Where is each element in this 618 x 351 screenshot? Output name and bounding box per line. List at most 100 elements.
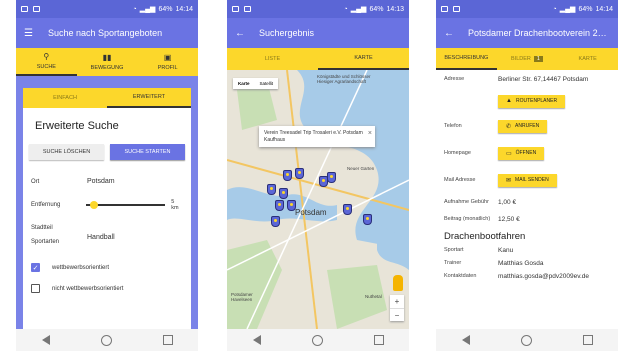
checkbox-label: wettbewerbsorientiert: [52, 264, 110, 271]
chart-icon: ▮▮: [102, 53, 112, 62]
close-icon[interactable]: ×: [368, 129, 372, 138]
ort-input[interactable]: Potsdam: [87, 178, 115, 185]
map-marker[interactable]: [279, 188, 288, 199]
status-bar: ◔ ▂▄▆ 64% 14:14: [436, 0, 618, 18]
trainer-label: Trainer: [444, 259, 462, 266]
open-window-icon: ▭: [506, 150, 512, 157]
tab-karte[interactable]: KARTE: [318, 48, 409, 70]
map-info-window[interactable]: Verein Treesadel Trip Trosaleri e.V. Pot…: [259, 126, 375, 147]
checkbox-label: nicht wettbewerbsorientiert: [52, 285, 124, 292]
tab-einfach[interactable]: EINFACH: [23, 88, 107, 108]
signal-icon: ▂▄▆: [139, 6, 156, 13]
mail-label: Mail Adresse: [444, 177, 476, 183]
menu-icon[interactable]: ☰: [24, 28, 40, 39]
contact-value[interactable]: matthias.gosda@pdv2009ev.de: [498, 273, 610, 280]
tab-label: SUCHE: [36, 64, 56, 70]
app-bar: ☰ Suche nach Sportangeboten: [16, 18, 198, 48]
distance-value: 5 km: [171, 199, 179, 211]
address-value: Berliner Str. 67,14467 Potsdam: [498, 76, 589, 83]
map-marker[interactable]: [295, 168, 304, 179]
tab-bilder[interactable]: BILDER 1: [497, 48, 558, 70]
lock-icon: [33, 6, 40, 12]
button-label: ANRUFEN: [515, 123, 540, 129]
info-window-text: Verein Treesadel Trip Trosaleri e.V. Pot…: [264, 130, 363, 143]
tab-liste[interactable]: LISTE: [227, 48, 318, 70]
tab-suche[interactable]: ⚲ SUCHE: [16, 48, 77, 76]
ort-label: Ort: [31, 178, 40, 185]
back-arrow-icon[interactable]: ←: [235, 28, 251, 39]
image-count-badge: 1: [533, 56, 543, 62]
map-view[interactable]: Karte Satellit Königstädte und Schlösser…: [227, 70, 409, 329]
tab-profil[interactable]: ▣ PROFIL: [137, 48, 198, 76]
start-search-button[interactable]: SUCHE STARTEN: [110, 144, 185, 160]
checkbox-unchecked[interactable]: [31, 284, 40, 293]
zoom-out-button[interactable]: −: [390, 308, 404, 321]
checkbox-row[interactable]: ✓ wettbewerbsorientiert: [23, 263, 191, 272]
tab-erweitert[interactable]: ERWEITERT: [107, 88, 191, 108]
gallery-icon: [232, 6, 239, 12]
homepage-label: Homepage: [444, 150, 471, 156]
back-icon[interactable]: [41, 335, 50, 345]
back-arrow-icon[interactable]: ←: [444, 28, 460, 39]
city-label: Potsdam: [295, 208, 327, 217]
zoom-in-button[interactable]: +: [390, 295, 404, 308]
profile-card-icon: ▣: [163, 53, 172, 62]
stadtteil-label: Stadtteil: [31, 225, 53, 231]
navigation-icon: ▲: [506, 98, 512, 104]
phone-icon: ✆: [506, 123, 512, 130]
checkbox-checked[interactable]: ✓: [31, 263, 40, 272]
search-heading: Erweiterte Suche: [35, 120, 119, 132]
home-icon[interactable]: [520, 334, 532, 346]
send-mail-button[interactable]: ✉ MAIL SENDEN: [498, 173, 557, 187]
distance-slider[interactable]: [86, 200, 166, 210]
tab-beschreibung[interactable]: BESCHREIBUNG: [436, 48, 497, 70]
call-button[interactable]: ✆ ANRUFEN: [498, 119, 548, 133]
button-label: ÖFFNEN: [515, 150, 537, 156]
street-view-icon[interactable]: [393, 275, 403, 291]
map-marker[interactable]: [283, 170, 292, 181]
map-marker[interactable]: [275, 200, 284, 211]
sportarten-select[interactable]: Handball: [87, 234, 115, 241]
system-nav-bar: [227, 329, 409, 351]
recents-icon[interactable]: [162, 335, 173, 345]
map-type-satellit[interactable]: Satellit: [255, 78, 279, 89]
tab-label: BEWEGUNG: [90, 65, 124, 71]
button-label: ROUTENPLANER: [515, 98, 558, 104]
wifi-icon: ◔: [132, 5, 137, 13]
map-label: Potsdamer Havelseen: [231, 292, 253, 302]
wifi-icon: ◔: [343, 5, 348, 13]
home-icon[interactable]: [311, 334, 323, 346]
map-marker[interactable]: [271, 216, 280, 227]
route-planner-button[interactable]: ▲ ROUTENPLANER: [498, 94, 566, 108]
signal-icon: ▂▄▆: [559, 6, 576, 13]
clear-search-button[interactable]: SUCHE LÖSCHEN: [29, 144, 104, 160]
home-icon[interactable]: [100, 334, 112, 346]
page-title: Suche nach Sportangeboten: [48, 28, 163, 38]
lock-icon: [453, 6, 460, 12]
button-label: MAIL SENDEN: [515, 177, 549, 183]
map-marker[interactable]: [363, 214, 372, 225]
phone-screen-results-map: ◔ ▂▄▆ 64% 14:13 ← Suchergebnis LISTE KAR…: [227, 0, 409, 351]
search-icon: ⚲: [43, 52, 50, 61]
map-marker[interactable]: [267, 184, 276, 195]
entfernung-label: Entfernung: [31, 202, 61, 208]
map-marker[interactable]: [287, 200, 296, 211]
map-marker[interactable]: [327, 172, 336, 183]
back-icon[interactable]: [461, 335, 470, 345]
recents-icon[interactable]: [373, 335, 384, 345]
mail-icon: ✉: [506, 177, 512, 184]
slider-thumb[interactable]: [89, 201, 98, 209]
phone-label: Telefon: [444, 123, 462, 129]
map-marker[interactable]: [343, 204, 352, 215]
tab-label: BILDER: [511, 56, 531, 62]
checkbox-row[interactable]: nicht wettbewerbsorientiert: [23, 284, 191, 293]
monthly-fee-value: 12,50 €: [498, 215, 520, 223]
map-type-karte[interactable]: Karte: [233, 78, 255, 89]
system-nav-bar: [436, 329, 618, 351]
tab-karte[interactable]: KARTE: [557, 48, 618, 70]
open-homepage-button[interactable]: ▭ ÖFFNEN: [498, 146, 545, 160]
slider-track: [86, 204, 166, 206]
recents-icon[interactable]: [582, 335, 593, 345]
tab-bewegung[interactable]: ▮▮ BEWEGUNG: [77, 48, 138, 76]
back-icon[interactable]: [252, 335, 261, 345]
